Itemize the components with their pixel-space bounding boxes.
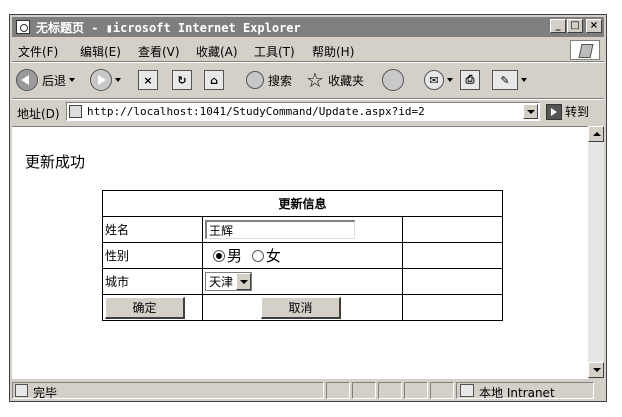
- city-dropdown-icon[interactable]: [236, 273, 252, 290]
- address-bar: 地址(D) http://localhost:1041/StudyCommand…: [12, 100, 604, 124]
- gender-option-male[interactable]: 男: [213, 245, 248, 266]
- home-button[interactable]: ⌂: [204, 67, 224, 93]
- history-icon: [382, 69, 404, 91]
- address-url[interactable]: http://localhost:1041/StudyCommand/Updat…: [87, 105, 425, 118]
- edit-button[interactable]: ✎: [492, 67, 527, 93]
- minimize-button[interactable]: _: [550, 19, 566, 33]
- back-dropdown-icon[interactable]: [69, 78, 76, 82]
- search-label: 搜索: [268, 73, 293, 88]
- status-cell-1: [326, 382, 350, 399]
- forward-arrow-icon: [90, 69, 112, 91]
- back-label: 后退: [42, 73, 67, 88]
- success-message: 更新成功: [25, 153, 86, 171]
- intranet-zone-icon: [460, 384, 474, 397]
- scroll-down-icon[interactable]: [588, 362, 604, 378]
- gender-option-female[interactable]: 女: [251, 245, 287, 266]
- back-button[interactable]: 后退: [16, 67, 76, 93]
- mail-icon: ✉: [424, 70, 444, 90]
- status-cell-2: [352, 382, 376, 399]
- ie-page-icon: [16, 20, 30, 34]
- status-bar: 完毕 本地 Intranet: [12, 381, 604, 401]
- gender-cell: 男 女: [202, 242, 403, 269]
- address-dropdown-icon[interactable]: [523, 104, 538, 119]
- form-title: 更新信息: [102, 190, 503, 217]
- cancel-button[interactable]: 取消: [261, 296, 341, 319]
- status-main-cell: 完毕: [12, 382, 324, 400]
- status-cell-5: [430, 382, 454, 399]
- go-arrow-icon: [546, 103, 562, 120]
- favorites-button[interactable]: ☆ 收藏夹: [306, 67, 364, 93]
- forward-dropdown-icon[interactable]: [115, 78, 121, 82]
- menu-view[interactable]: 查看(V): [138, 43, 180, 60]
- city-cell: 天津: [202, 268, 403, 295]
- refresh-icon: ↻: [172, 70, 192, 90]
- search-icon: [246, 71, 264, 89]
- browser-window: 无标题页 - ▮icrosoft Internet Explorer _ □ ×…: [9, 14, 607, 402]
- menu-tools[interactable]: 工具(T): [254, 43, 295, 60]
- refresh-button[interactable]: ↻: [172, 67, 192, 93]
- address-input[interactable]: http://localhost:1041/StudyCommand/Updat…: [66, 102, 540, 121]
- ok-button[interactable]: 确定: [105, 296, 185, 319]
- print-button[interactable]: ⎙: [460, 67, 480, 93]
- menu-file[interactable]: 文件(F): [18, 43, 58, 60]
- update-form-table: 更新信息 姓名 性别 男 女: [102, 190, 503, 321]
- status-cell-3: [378, 382, 402, 399]
- stop-button[interactable]: ×: [138, 67, 158, 93]
- stop-icon: ×: [138, 70, 158, 90]
- city-label: 城市: [102, 268, 203, 295]
- edit-icon: ✎: [492, 70, 518, 90]
- menu-edit[interactable]: 编辑(E): [80, 43, 121, 60]
- status-zone-cell: 本地 Intranet: [456, 382, 594, 400]
- favorites-label: 收藏夹: [327, 73, 364, 88]
- city-select[interactable]: 天津: [205, 272, 253, 291]
- city-extra-cell: [402, 268, 503, 295]
- radio-male[interactable]: [213, 249, 225, 262]
- radio-female[interactable]: [251, 249, 264, 262]
- page-icon: [69, 105, 82, 118]
- status-cell-4: [404, 382, 428, 399]
- mail-dropdown-icon[interactable]: [447, 78, 453, 82]
- cancel-cell: 取消: [202, 294, 403, 321]
- menu-help[interactable]: 帮助(H): [312, 43, 354, 60]
- history-button[interactable]: [382, 67, 404, 93]
- go-button[interactable]: 转到: [546, 103, 589, 120]
- title-bar: 无标题页 - ▮icrosoft Internet Explorer _ □ ×: [12, 17, 604, 37]
- status-zone: 本地 Intranet: [479, 386, 555, 400]
- menu-favorites[interactable]: 收藏(A): [196, 43, 238, 60]
- page-content: 更新成功 更新信息 姓名 性别 男 女: [12, 126, 588, 379]
- maximize-button[interactable]: □: [567, 19, 583, 33]
- star-icon: ☆: [306, 68, 324, 92]
- ok-cell: 确定: [102, 294, 203, 321]
- status-text: 完毕: [33, 386, 58, 400]
- name-input[interactable]: [205, 220, 355, 239]
- window-title: 无标题页 - ▮icrosoft Internet Explorer: [36, 21, 301, 35]
- go-label: 转到: [565, 105, 590, 119]
- forward-button[interactable]: [90, 67, 121, 93]
- scroll-up-icon[interactable]: [588, 126, 604, 142]
- close-button[interactable]: ×: [586, 19, 602, 33]
- toolbar: 后退 × ↻ ⌂ 搜索 ☆ 收藏夹 ✉ ⎙ ✎: [12, 63, 604, 97]
- done-page-icon: [15, 384, 28, 397]
- menu-bar: 文件(F) 编辑(E) 查看(V) 收藏(A) 工具(T) 帮助(H): [12, 39, 604, 61]
- address-label: 地址(D): [17, 107, 60, 121]
- print-icon: ⎙: [460, 70, 480, 90]
- search-button[interactable]: 搜索: [246, 67, 292, 93]
- button-extra-cell: [402, 294, 503, 321]
- home-icon: ⌂: [204, 70, 224, 90]
- edit-dropdown-icon[interactable]: [521, 78, 527, 82]
- gender-extra-cell: [402, 242, 503, 269]
- windows-logo-icon: [570, 40, 600, 60]
- vertical-scrollbar[interactable]: [588, 126, 604, 378]
- name-label: 姓名: [102, 216, 203, 243]
- back-arrow-icon: [16, 69, 38, 91]
- name-extra-cell: [402, 216, 503, 243]
- mail-button[interactable]: ✉: [424, 67, 453, 93]
- name-cell: [202, 216, 403, 243]
- city-select-value: 天津: [209, 275, 234, 289]
- gender-label: 性别: [102, 242, 203, 269]
